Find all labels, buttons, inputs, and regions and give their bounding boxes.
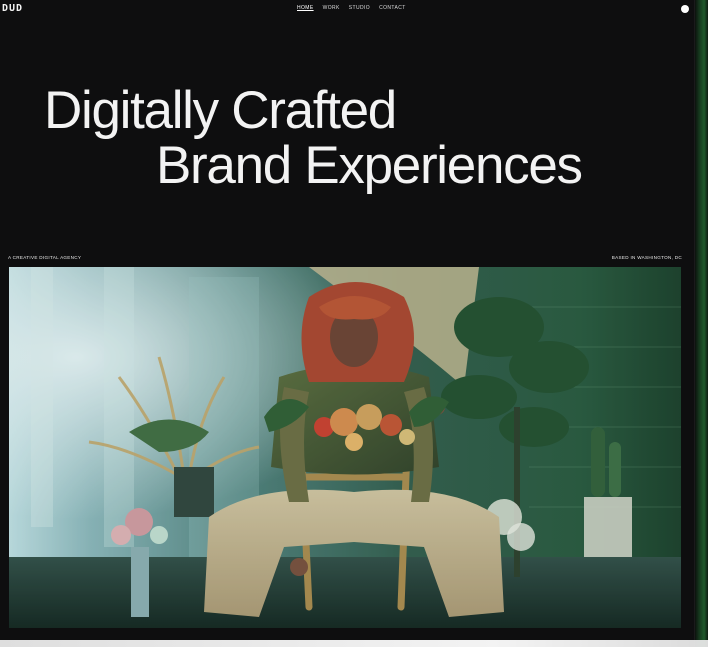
logo[interactable]: DUD (2, 3, 23, 14)
nav-studio[interactable]: STUDIO (349, 5, 370, 11)
main-nav: HOME WORK STUDIO CONTACT (297, 5, 406, 11)
hero-headline-line1: Digitally Crafted (44, 81, 397, 140)
hero-image (9, 267, 681, 628)
hero-headline-line2: Brand Experiences (156, 136, 583, 195)
location-tagline: BASED IN WASHINGTON, DC (611, 255, 682, 260)
nav-home[interactable]: HOME (297, 5, 314, 11)
screen-edge-bottom (0, 640, 708, 647)
menu-dot-icon[interactable] (681, 5, 689, 13)
nav-contact[interactable]: CONTACT (379, 5, 406, 11)
agency-tagline: A CREATIVE DIGITAL AGENCY (8, 255, 82, 260)
nav-work[interactable]: WORK (323, 5, 340, 11)
hero-headline: Digitally Crafted Brand Experiences (44, 83, 664, 193)
screen-edge-right (695, 0, 708, 647)
